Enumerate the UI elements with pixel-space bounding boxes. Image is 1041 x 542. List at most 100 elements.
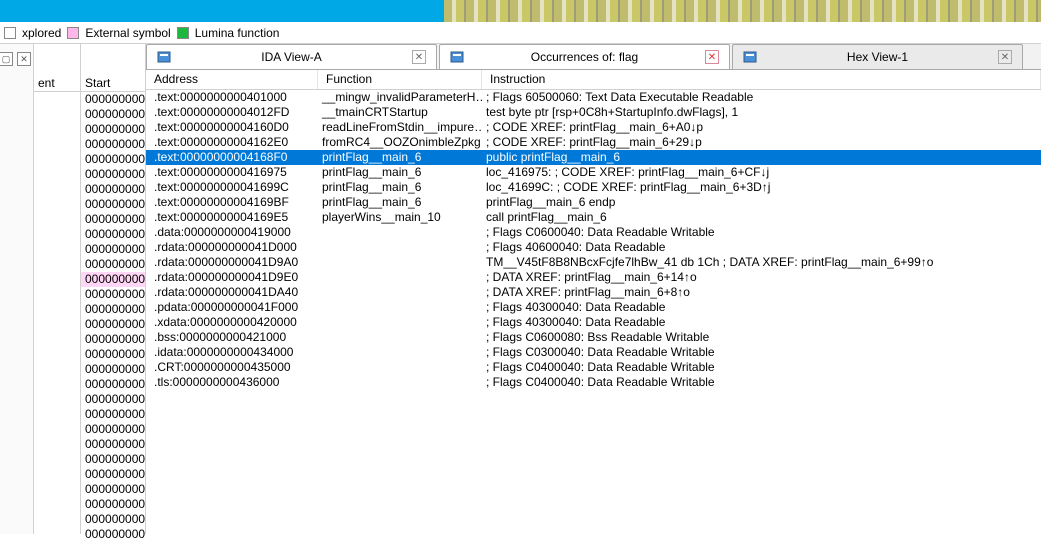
cell-function	[318, 375, 482, 390]
cell-address: .bss:0000000000421000	[146, 330, 318, 345]
tab-title: Hex View-1	[763, 50, 992, 64]
start-address-item[interactable]: 0000000004	[81, 377, 145, 392]
col-instruction-header[interactable]: Instruction	[482, 70, 1041, 89]
segment-header[interactable]: ent	[34, 74, 80, 92]
start-address-item[interactable]: 0000000004	[81, 452, 145, 467]
result-row[interactable]: .text:0000000000401000__mingw_invalidPar…	[146, 90, 1041, 105]
results-header-row: Address Function Instruction	[146, 70, 1041, 90]
tab-hex-view-1[interactable]: Hex View-1 ✕	[732, 44, 1023, 69]
start-address-item[interactable]: 0000000004	[81, 497, 145, 512]
result-row[interactable]: .rdata:000000000041D9A0 TM__V45tF8B8NBcxF…	[146, 255, 1041, 270]
panel-close-button[interactable]: ✕	[17, 52, 31, 66]
start-address-item[interactable]: 0000000004	[81, 272, 145, 287]
start-address-item[interactable]: 0000000004	[81, 167, 145, 182]
results-rows[interactable]: .text:0000000000401000__mingw_invalidPar…	[146, 90, 1041, 534]
cell-instruction: ; DATA XREF: printFlag__main_6+14↑o	[482, 270, 1041, 285]
close-icon[interactable]: ✕	[998, 50, 1012, 64]
start-address-item[interactable]: 0000000004	[81, 122, 145, 137]
start-address-item[interactable]: 0000000004	[81, 197, 145, 212]
cell-address: .text:000000000041699C	[146, 180, 318, 195]
start-address-item[interactable]: 0000000004	[81, 92, 145, 107]
result-row[interactable]: .rdata:000000000041D9E0 ; DATA XREF: pri…	[146, 270, 1041, 285]
cell-instruction: TM__V45tF8B8NBcxFcjfe7lhBw_41 db 1Ch ; D…	[482, 255, 1041, 270]
hex-icon	[743, 50, 757, 64]
legend-swatch	[177, 27, 189, 39]
result-row[interactable]: .bss:0000000000421000; Flags C0600080: B…	[146, 330, 1041, 345]
legend-label: External symbol	[85, 26, 170, 40]
cell-address: .rdata:000000000041DA40	[146, 285, 318, 300]
result-row[interactable]: .text:00000000004012FD__tmainCRTStartup …	[146, 105, 1041, 120]
result-row[interactable]: .text:00000000004169BFprintFlag__main_6p…	[146, 195, 1041, 210]
start-address-item[interactable]: 0000000004	[81, 137, 145, 152]
start-address-item[interactable]: 0000000004	[81, 437, 145, 452]
start-address-item[interactable]: 0000000004	[81, 332, 145, 347]
tab-bar: IDA View-A✕Occurrences of: flag✕Hex View…	[146, 44, 1041, 70]
start-address-item[interactable]: 0000000004	[81, 482, 145, 497]
result-row[interactable]: .tls:0000000000436000; Flags C0400040: D…	[146, 375, 1041, 390]
cell-function	[318, 300, 482, 315]
tab-overflow[interactable]	[1025, 44, 1041, 69]
result-row[interactable]: .text:00000000004169E5playerWins__main_1…	[146, 210, 1041, 225]
close-icon[interactable]: ✕	[705, 50, 719, 64]
result-row[interactable]: .text:000000000041699CprintFlag__main_6l…	[146, 180, 1041, 195]
result-row[interactable]: .data:0000000000419000; Flags C0600040: …	[146, 225, 1041, 240]
cell-function: __tmainCRTStartup	[318, 105, 482, 120]
cell-address: .tls:0000000000436000	[146, 375, 318, 390]
start-column: Start 0000000004000000000400000000040000…	[81, 44, 146, 534]
start-header[interactable]: Start	[81, 74, 145, 92]
cell-address: .rdata:000000000041D9E0	[146, 270, 318, 285]
start-address-item[interactable]: 0000000004	[81, 152, 145, 167]
col-function-header[interactable]: Function	[318, 70, 482, 89]
title-bar	[0, 0, 1041, 22]
result-row[interactable]: .CRT:0000000000435000; Flags C0400040: D…	[146, 360, 1041, 375]
cell-instruction: call printFlag__main_6	[482, 210, 1041, 225]
start-address-item[interactable]: 0000000004	[81, 347, 145, 362]
cell-instruction: printFlag__main_6 endp	[482, 195, 1041, 210]
start-address-item[interactable]: 0000000004	[81, 317, 145, 332]
result-row[interactable]: .text:00000000004168F0printFlag__main_6 …	[146, 150, 1041, 165]
start-address-item[interactable]: 0000000004	[81, 422, 145, 437]
cell-function: printFlag__main_6	[318, 150, 482, 165]
result-row[interactable]: .rdata:000000000041DA40 ; DATA XREF: pri…	[146, 285, 1041, 300]
start-address-item[interactable]: 0000000004	[81, 512, 145, 527]
tab-title: IDA View-A	[177, 50, 406, 64]
start-address-item[interactable]: 0000000004	[81, 107, 145, 122]
tab-occurrences[interactable]: Occurrences of: flag✕	[439, 44, 730, 69]
legend-swatch	[67, 27, 79, 39]
tab-ida-view-a[interactable]: IDA View-A ✕	[146, 44, 437, 69]
cell-function	[318, 270, 482, 285]
cell-address: .xdata:0000000000420000	[146, 315, 318, 330]
start-address-item[interactable]: 0000000004	[81, 257, 145, 272]
start-address-item[interactable]: 0000000004	[81, 227, 145, 242]
cell-instruction: ; Flags C0600040: Data Readable Writable	[482, 225, 1041, 240]
col-address-header[interactable]: Address	[146, 70, 318, 89]
start-address-item[interactable]: 0000000004	[81, 407, 145, 422]
start-address-item[interactable]: 0000000004	[81, 362, 145, 377]
result-row[interactable]: .xdata:0000000000420000; Flags 40300040:…	[146, 315, 1041, 330]
cell-instruction: test byte ptr [rsp+0C8h+StartupInfo.dwFl…	[482, 105, 1041, 120]
result-row[interactable]: .text:00000000004162E0fromRC4__OOZOnimbl…	[146, 135, 1041, 150]
start-address-item[interactable]: 0000000004	[81, 242, 145, 257]
start-address-item[interactable]: 0000000004	[81, 467, 145, 482]
close-icon[interactable]: ✕	[412, 50, 426, 64]
result-row[interactable]: .text:0000000000416975printFlag__main_6l…	[146, 165, 1041, 180]
start-address-item[interactable]: 0000000004	[81, 527, 145, 542]
start-address-item[interactable]: 0000000004	[81, 392, 145, 407]
start-address-list[interactable]: 0000000004000000000400000000040000000004…	[81, 92, 145, 542]
result-row[interactable]: .pdata:000000000041F000; Flags 40300040:…	[146, 300, 1041, 315]
start-address-item[interactable]: 0000000004	[81, 212, 145, 227]
start-address-item[interactable]: 0000000004	[81, 182, 145, 197]
result-row[interactable]: .idata:0000000000434000; Flags C0300040:…	[146, 345, 1041, 360]
cell-function	[318, 345, 482, 360]
panel-maximize-button[interactable]: ▢	[0, 52, 13, 66]
start-address-item[interactable]: 0000000004	[81, 287, 145, 302]
cell-function	[318, 330, 482, 345]
left-gutter-panel: ❐ ▢ ✕	[0, 44, 34, 534]
result-row[interactable]: .text:00000000004160D0readLineFromStdin_…	[146, 120, 1041, 135]
start-address-item[interactable]: 0000000004	[81, 302, 145, 317]
segment-column: ent	[34, 44, 81, 534]
result-row[interactable]: .rdata:000000000041D000; Flags 40600040:…	[146, 240, 1041, 255]
cell-address: .rdata:000000000041D9A0	[146, 255, 318, 270]
cell-address: .text:00000000004162E0	[146, 135, 318, 150]
nav-band[interactable]	[444, 0, 1041, 22]
